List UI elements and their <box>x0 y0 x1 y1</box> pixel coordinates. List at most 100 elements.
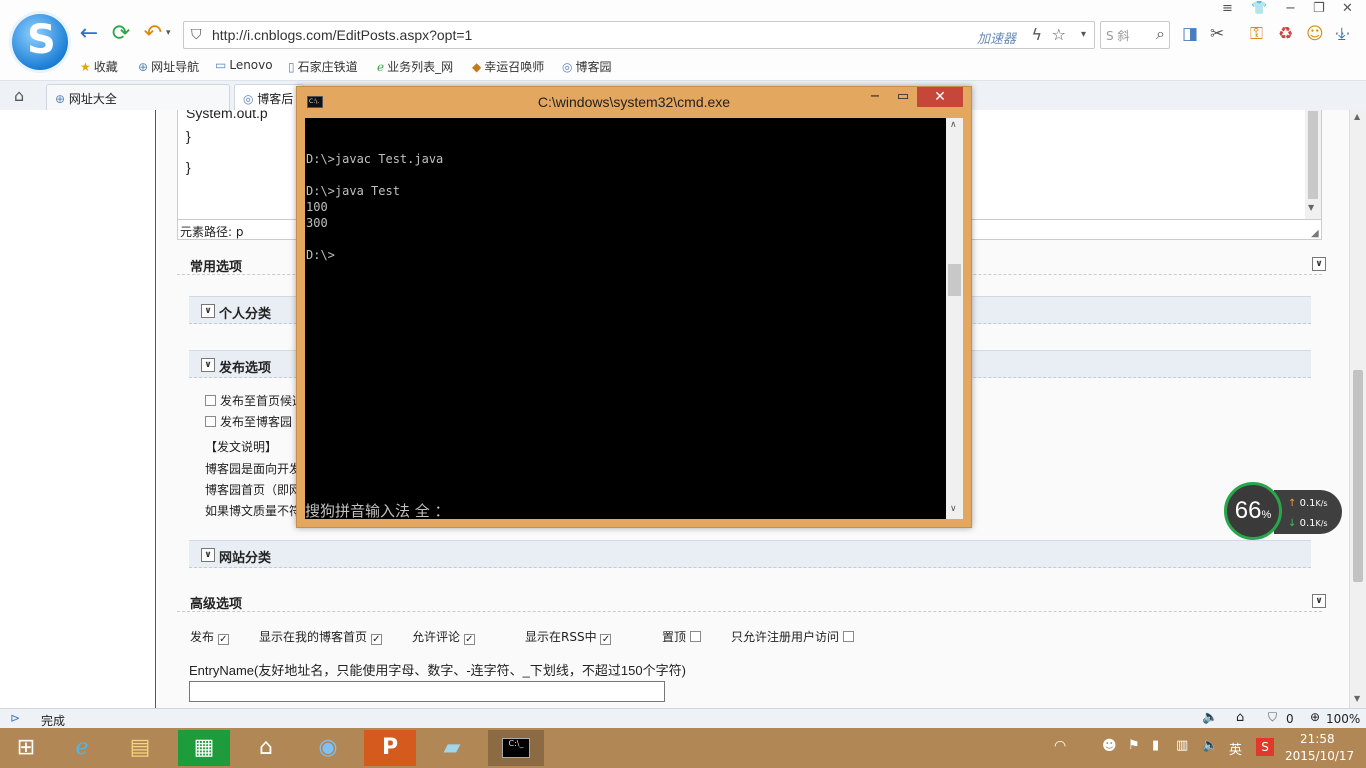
url-text[interactable]: http://i.cnblogs.com/EditPosts.aspx?opt=… <box>212 27 472 43</box>
qq-icon[interactable]: ☻ <box>1102 738 1117 754</box>
home-app-icon[interactable]: ⌂ <box>240 730 292 766</box>
collapse-icon[interactable]: ∨ <box>1312 257 1326 271</box>
entryname-input[interactable] <box>189 681 665 702</box>
sogou-ime-icon[interactable]: S <box>1256 738 1274 756</box>
registered-only-option[interactable]: 只允许注册用户访问 <box>731 628 858 645</box>
advanced-options-header[interactable]: 高级选项 ∨ <box>177 590 1326 612</box>
file-explorer-icon[interactable]: ▤ <box>114 730 166 766</box>
chevron-down-icon[interactable]: ∨ <box>950 504 957 514</box>
scroll-thumb[interactable] <box>948 264 961 296</box>
scroll-thumb[interactable] <box>1353 370 1363 582</box>
page-scrollbar[interactable]: ▲ ▼ <box>1349 110 1366 708</box>
smiley-icon[interactable]: ☺ <box>1306 24 1324 44</box>
zoom-level[interactable]: 100% <box>1326 712 1360 726</box>
search-box[interactable]: S 斜 ⌕ <box>1100 21 1170 49</box>
show-in-rss-option[interactable]: 显示在RSS中 ✓ <box>525 628 615 645</box>
checkbox-checked[interactable]: ✓ <box>217 634 229 645</box>
collapse-icon[interactable]: ∨ <box>201 548 215 562</box>
bookmark-business[interactable]: ℯ 业务列表_网 <box>377 58 453 75</box>
publish-option[interactable]: 发布 ✓ <box>190 628 233 645</box>
start-button[interactable]: ⊞ <box>0 730 52 766</box>
sidebar-toggle-icon[interactable]: ⊳ <box>10 711 20 725</box>
tab-url-directory[interactable]: ⊕ 网址大全 <box>46 84 230 111</box>
bookmark-nav[interactable]: ⊕ 网址导航 <box>138 58 199 75</box>
allow-comments-option[interactable]: 允许评论 ✓ <box>412 628 479 645</box>
undo-close-button[interactable]: ↶ <box>140 22 166 48</box>
ime-language[interactable]: 英 <box>1229 739 1242 758</box>
minimize-icon[interactable]: − <box>1285 1 1296 16</box>
lightning-icon[interactable]: ϟ <box>1031 25 1042 44</box>
maximize-icon[interactable]: ▭ <box>891 87 915 107</box>
show-on-home-option[interactable]: 显示在我的博客首页 ✓ <box>259 628 386 645</box>
bookmark-favorites[interactable]: ★ 收藏 <box>80 58 118 75</box>
key-icon[interactable]: ⚿ <box>1250 24 1263 44</box>
sidebar-icon[interactable]: ◨ <box>1182 24 1198 44</box>
sogou-browser-icon[interactable]: ◉ <box>302 730 354 766</box>
flag-icon[interactable]: ⚑ <box>1128 738 1140 753</box>
back-button[interactable]: ← <box>76 22 102 48</box>
cmd-scrollbar[interactable]: ∧ ∨ <box>946 118 963 519</box>
collapse-icon[interactable]: ∨ <box>201 358 215 372</box>
chevron-down-icon[interactable]: ▼ <box>1354 694 1360 703</box>
checkbox[interactable] <box>205 395 216 406</box>
memory-usage-dial[interactable]: 66% <box>1224 482 1282 540</box>
network-speed-widget[interactable]: ↑ 0.1K/s ↓ 0.1K/s 66% <box>1224 482 1344 542</box>
chevron-down-icon[interactable]: ▾ <box>1081 29 1086 40</box>
scissors-icon[interactable]: ✂ <box>1210 24 1224 44</box>
chevron-up-icon[interactable]: ∧ <box>950 120 957 130</box>
chevron-down-icon[interactable]: ▾ <box>166 28 171 38</box>
close-button[interactable]: ✕ <box>917 87 963 107</box>
tab-blog-backend[interactable]: ◎ 博客后 <box>234 84 304 111</box>
ie-icon[interactable]: ℯ <box>56 730 108 766</box>
editor-scrollbar[interactable]: ▼ <box>1305 110 1321 219</box>
download-icon[interactable]: ⤓ <box>1338 24 1346 44</box>
menu-icon[interactable]: ≡ <box>1222 1 1233 16</box>
close-icon[interactable]: ✕ <box>1342 1 1353 16</box>
bookmark-cnblogs[interactable]: ◎ 博客园 <box>562 58 612 75</box>
speaker-icon[interactable]: 🔈 <box>1202 710 1218 725</box>
cmd-window[interactable]: C:\. C:\windows\system32\cmd.exe − ▭ ✕ D… <box>296 86 972 528</box>
home-icon[interactable]: ⌂ <box>14 86 24 105</box>
volume-icon[interactable]: 🔈 <box>1202 738 1218 753</box>
site-category-header[interactable]: ∨ 网站分类 <box>189 540 1311 568</box>
accelerator-label[interactable]: 加速器 <box>977 28 1016 47</box>
wifi-icon[interactable]: ◠ <box>1054 738 1066 754</box>
publish-blog-garden-option[interactable]: 发布至博客园 <box>205 413 292 430</box>
star-icon[interactable]: ☆ <box>1052 25 1066 44</box>
resize-grip-icon[interactable]: ◢ <box>1311 228 1319 239</box>
checkbox-checked[interactable]: ✓ <box>463 634 475 645</box>
publish-home-candidate-option[interactable]: 发布至首页候选 <box>205 392 304 409</box>
console-output[interactable]: D:\>javac Test.java D:\>java Test 100 300 … <box>305 118 946 519</box>
bookmark-lucky[interactable]: ◆ 幸运召唤师 <box>472 58 544 75</box>
network-icon[interactable]: ▥ <box>1176 738 1188 753</box>
chevron-down-icon[interactable]: ▼ <box>1308 203 1314 212</box>
briefcase-icon[interactable]: ⌂ <box>1236 710 1244 725</box>
search-input[interactable]: S 斜 <box>1106 27 1129 44</box>
clock-date[interactable]: 2015/10/17 <box>1285 749 1354 763</box>
minimize-icon[interactable]: − <box>863 87 887 107</box>
collapse-icon[interactable]: ∨ <box>1312 594 1326 608</box>
cmd-taskbar-icon[interactable]: C:\_ <box>488 730 544 766</box>
pin-option[interactable]: 置顶 <box>662 628 705 645</box>
collapse-icon[interactable]: ∨ <box>201 304 215 318</box>
chevron-up-icon[interactable]: ▲ <box>1354 112 1360 121</box>
shield-icon[interactable]: ⛉ <box>1268 710 1277 725</box>
checkbox-checked[interactable]: ✓ <box>600 634 612 645</box>
skin-icon[interactable]: 👕 <box>1251 1 1267 16</box>
notebook-icon[interactable]: ▰ <box>426 730 478 766</box>
checkbox-checked[interactable]: ✓ <box>370 634 382 645</box>
clock-time[interactable]: 21:58 <box>1300 732 1335 746</box>
search-icon[interactable]: ⌕ <box>1156 24 1165 44</box>
bookmark-lenovo[interactable]: ▭ Lenovo <box>215 58 273 72</box>
refresh-button[interactable]: ⟳ <box>108 22 134 48</box>
checkbox[interactable] <box>205 416 216 427</box>
checkbox[interactable] <box>842 631 854 642</box>
refresh-tool-icon[interactable]: ♻ <box>1278 24 1293 44</box>
bookmark-stdu[interactable]: ▯ 石家庄铁道 <box>288 58 358 75</box>
store-icon[interactable]: ▦ <box>178 730 230 766</box>
editor-scroll-thumb[interactable] <box>1308 111 1318 199</box>
battery-icon[interactable]: ▮ <box>1152 738 1159 753</box>
address-bar[interactable]: ⛉ http://i.cnblogs.com/EditPosts.aspx?op… <box>183 21 1095 49</box>
checkbox[interactable] <box>689 631 701 642</box>
powerpoint-icon[interactable]: P <box>364 730 416 766</box>
